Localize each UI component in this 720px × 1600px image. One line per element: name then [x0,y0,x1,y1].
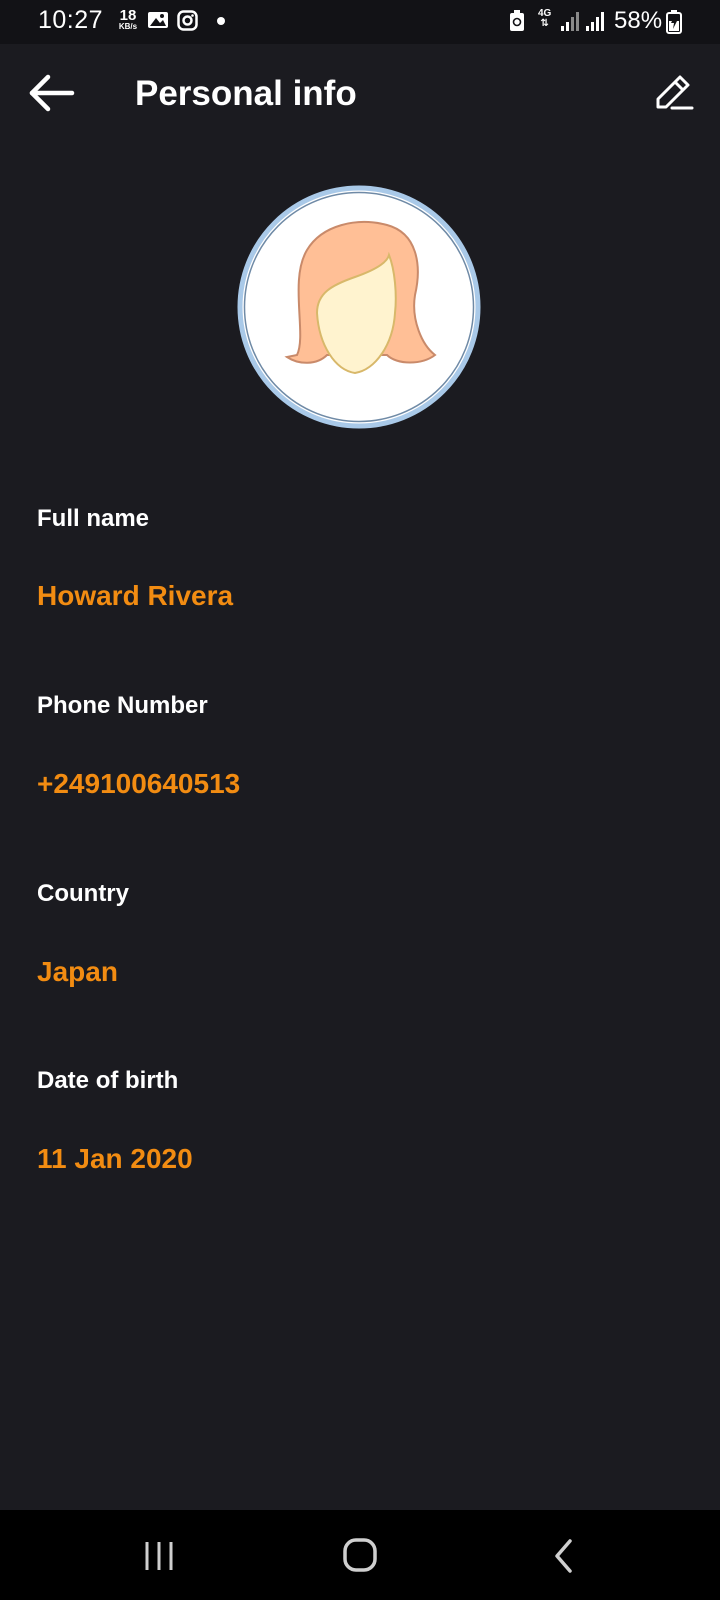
date-of-birth-label: Date of birth [37,1067,179,1094]
edit-button[interactable] [650,70,700,120]
network-speed-value: 18 [119,7,137,24]
nav-back-button[interactable] [535,1528,595,1584]
phone-number-label: Phone Number [37,692,208,719]
country-value: Japan [37,956,118,987]
country-label: Country [37,880,129,907]
battery-percent: 58% [614,7,663,34]
signal-icon [561,12,579,31]
battery-icon [666,10,682,34]
instagram-icon [177,10,198,31]
notification-dot [217,17,225,25]
personal-info-screen: 10:27 18 KB/s 4G ⇅ 58% Personal info Ful… [0,0,720,1600]
network-speed: 18 KB/s [115,8,141,31]
back-arrow-icon [29,74,75,112]
network-type: 4G ⇅ [538,8,552,29]
network-speed-unit: KB/s [118,22,138,31]
full-name-value: Howard Rivera [37,580,234,611]
battery-saver-icon [510,10,524,31]
app-bar: Personal info [0,44,720,152]
back-button[interactable] [22,68,82,118]
back-icon [555,1539,572,1573]
date-of-birth-value: 11 Jan 2020 [37,1143,193,1174]
female-avatar-icon [237,185,481,429]
status-bar: 10:27 18 KB/s 4G ⇅ 58% [0,0,720,44]
recent-apps-icon [145,1542,173,1570]
edit-pencil-icon [656,75,694,110]
avatar [237,185,481,429]
status-time: 10:27 [38,6,104,34]
recent-apps-button[interactable] [130,1528,190,1584]
system-nav-bar [0,1510,720,1600]
gallery-icon [148,12,168,28]
page-title: Personal info [135,74,357,113]
signal-icon [586,12,604,31]
home-icon [343,1538,377,1572]
home-button[interactable] [330,1528,390,1584]
phone-number-value: +249100640513 [37,768,241,799]
full-name-label: Full name [37,505,150,532]
